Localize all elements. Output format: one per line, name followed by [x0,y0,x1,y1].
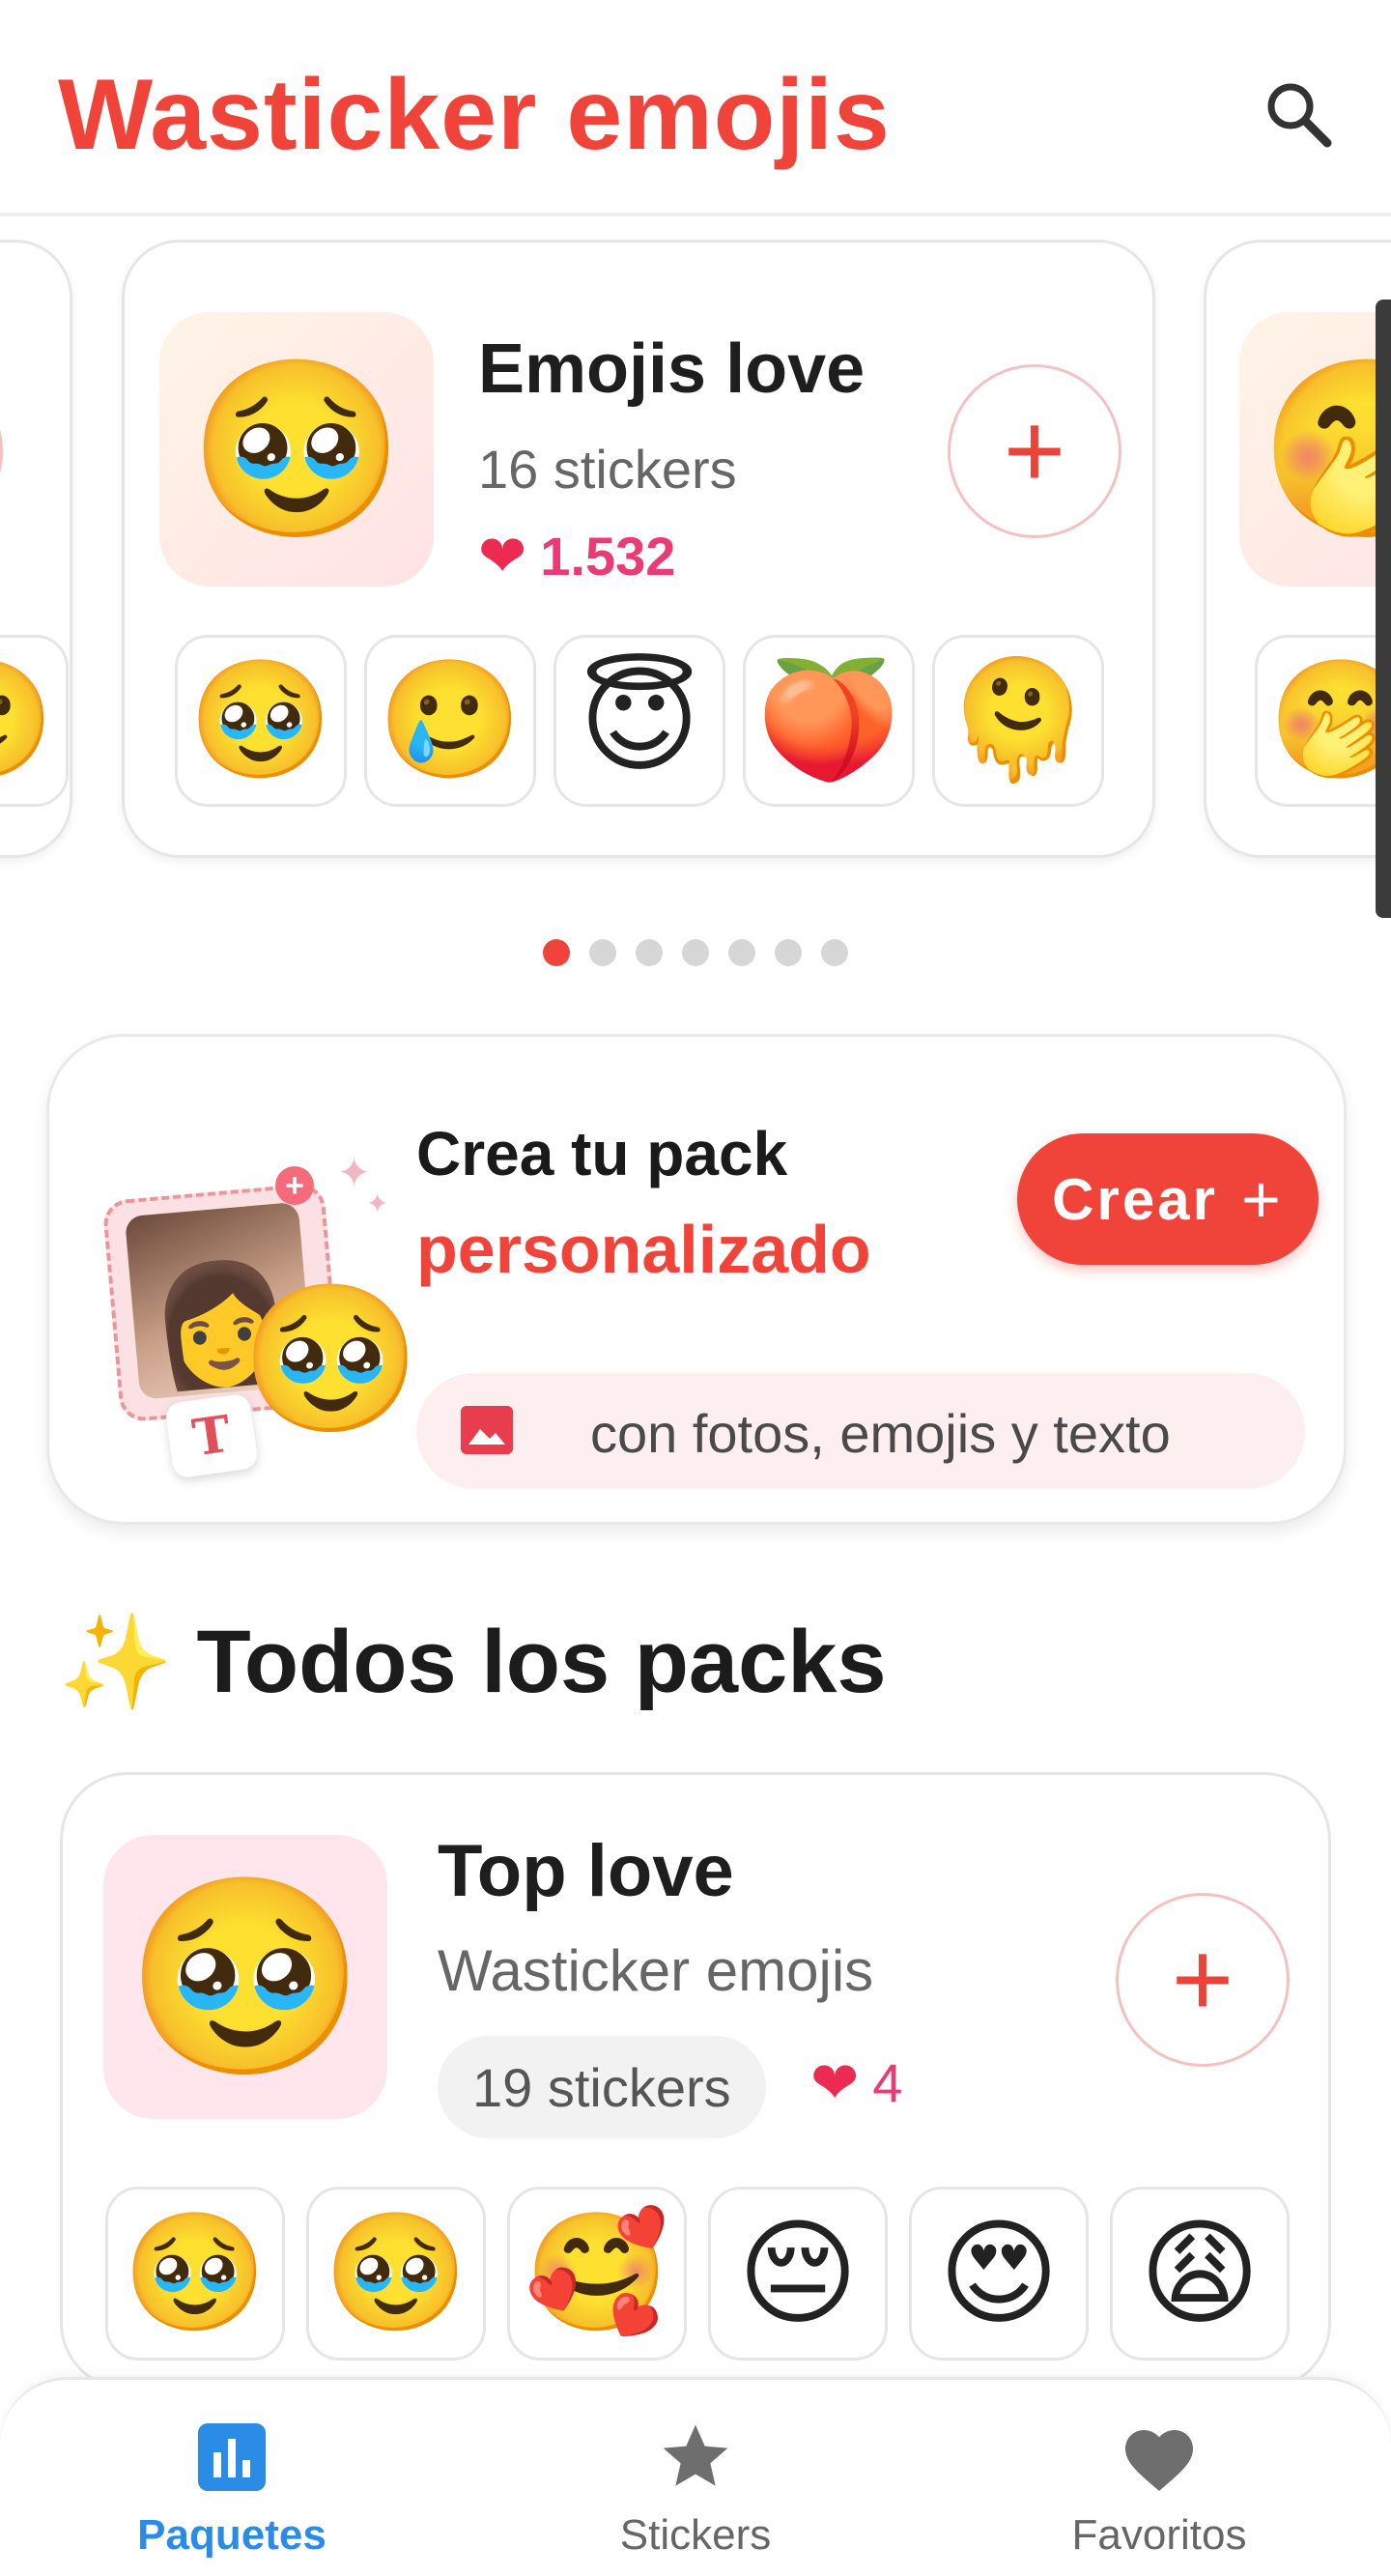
create-pack-button[interactable]: Crear + [1017,1133,1319,1265]
sticker-preview[interactable]: 🥹 [306,2187,486,2361]
sticker-preview[interactable]: 🥲 [364,635,536,807]
sticker-count-chip: 19 stickers [438,2036,766,2138]
pack-list-item[interactable]: 🥹 Top love Wasticker emojis 19 stickers … [60,1772,1331,2390]
create-button-label: Crear [1052,1166,1218,1232]
pack-thumbnail: 🤭 [1239,312,1391,587]
preview-row: 🥹 🥹 🥰 😔 😍 😩 [105,2187,1290,2361]
section-title: Todos los packs [196,1613,887,1711]
emoji-sticker: 🥹 [241,1277,421,1440]
sparkle-icon: ✦ [366,1188,389,1218]
preview-row: 🤭 [1255,635,1391,807]
sticker-preview[interactable]: 🫠 [932,635,1104,807]
sticker-preview[interactable]: 🥹 [175,635,347,807]
create-pack-illustration: 👩 + ✦ ✦ 🥹 T [76,1149,443,1479]
chart-icon [198,2419,266,2496]
pager-dot[interactable] [775,939,802,966]
pack-author: Wasticker emojis [438,1938,874,2003]
nav-label: Favoritos [1071,2511,1247,2559]
bottom-navigation: Paquetes Stickers Favoritos [0,2377,1391,2576]
app-header: Wasticker emojis [0,0,1391,216]
featured-card[interactable]: 🥹 Emojis love 16 stickers ❤ 1.532 + 🥹 🥲 … [122,240,1155,858]
create-pack-hint: con fotos, emojis y texto [416,1373,1305,1489]
sticker-preview[interactable]: 😔 [708,2187,888,2361]
section-heading: ✨ Todos los packs [58,1612,887,1713]
image-icon [461,1406,513,1454]
add-pack-button[interactable]: + [1116,1893,1290,2067]
nav-label: Paquetes [137,2511,326,2559]
search-button[interactable] [1260,75,1337,153]
pager-dot[interactable] [728,939,755,966]
nav-tab-stickers[interactable]: Stickers [551,2419,840,2560]
nav-tab-paquetes[interactable]: Paquetes [87,2419,377,2560]
plus-badge-icon: + [275,1166,314,1205]
sticker-preview[interactable]: 😍 [909,2187,1089,2361]
heart-icon [1119,2419,1200,2496]
pack-title: Top love [438,1830,734,1912]
create-pack-subtitle: personalizado [416,1212,871,1287]
preview-row: 🥹 🥲 😇 🍑 🫠 [175,635,1104,807]
create-pack-title: Crea tu pack [416,1119,788,1188]
add-pack-button[interactable]: + [0,364,3,538]
pack-likes-count: 1.532 [540,526,676,587]
sticker-preview[interactable]: 🥰 [507,2187,687,2361]
pack-sticker-count: 16 stickers [478,439,737,500]
app-title: Wasticker emojis [58,59,891,171]
nav-tab-favoritos[interactable]: Favoritos [1014,2419,1304,2560]
sticker-preview[interactable]: 🤭 [1255,635,1391,807]
sticker-preview[interactable]: 🥹 [105,2187,285,2361]
pager-dot[interactable] [589,939,616,966]
featured-carousel[interactable]: + 🙂 🥹 Emojis love 16 stickers ❤ 1.532 + … [0,216,1391,893]
sparkles-icon: ✨ [58,1610,174,1714]
pack-thumbnail: 🥹 [103,1835,387,2119]
sticker-preview[interactable]: 😇 [554,635,725,807]
edge-scroll-indicator [1376,300,1391,918]
star-icon [657,2419,734,2496]
create-pack-hint-text: con fotos, emojis y texto [590,1403,1171,1464]
carousel-pager[interactable] [543,939,848,966]
preview-row: 🙂 [0,635,69,807]
heart-icon: ❤ [478,523,527,588]
pager-dot-active[interactable] [543,939,570,966]
featured-card-previous[interactable]: + 🙂 [0,240,72,858]
nav-label: Stickers [619,2511,772,2559]
add-pack-button[interactable]: + [948,364,1121,538]
pager-dot[interactable] [821,939,848,966]
pack-thumbnail: 🥹 [159,312,434,587]
featured-card-next[interactable]: 🤭 🤭 [1204,240,1391,858]
heart-icon: ❤ [810,2049,860,2115]
sticker-preview[interactable]: 😩 [1110,2187,1290,2361]
pack-likes: ❤ 1.532 [478,525,675,587]
pack-likes: ❤ 4 [810,2051,902,2114]
pack-title: Emojis love [478,330,866,408]
sticker-preview[interactable]: 🍑 [743,635,915,807]
sticker-preview[interactable]: 🙂 [0,635,69,807]
pack-likes-count: 4 [872,2052,903,2113]
pager-dot[interactable] [682,939,709,966]
create-pack-banner[interactable]: 👩 + ✦ ✦ 🥹 T Crea tu pack personalizado C… [46,1034,1347,1525]
plus-icon: + [1240,1161,1284,1237]
pager-dot[interactable] [636,939,663,966]
search-icon [1267,83,1332,148]
text-tile-icon: T [164,1392,259,1479]
